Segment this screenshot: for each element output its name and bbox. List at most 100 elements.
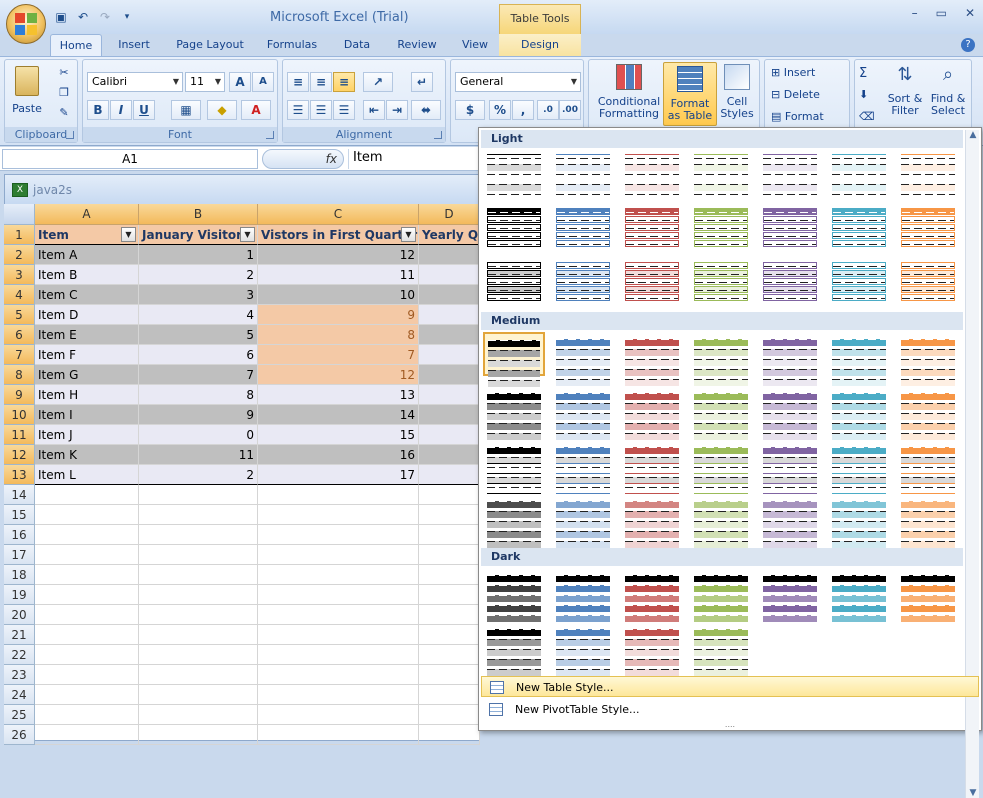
customize-qat-icon[interactable]: ▾ [118,8,136,26]
row-header[interactable]: 21 [4,625,35,645]
empty-cell[interactable] [139,565,258,585]
table-cell[interactable]: Item G [35,365,139,385]
undo-icon[interactable]: ↶ [74,8,92,26]
empty-cell[interactable] [139,705,258,725]
empty-cell[interactable] [258,685,419,705]
tab-review[interactable]: Review [390,34,444,56]
number-format-select[interactable]: General ▼ [455,72,581,92]
table-cell[interactable] [419,285,480,305]
empty-cell[interactable] [139,725,258,745]
table-header-cell[interactable]: Vistors in First Quarter ▼ [258,225,419,245]
bold-button[interactable]: B [87,100,109,120]
filter-dropdown-icon[interactable]: ▼ [401,227,416,242]
empty-cell[interactable] [139,645,258,665]
table-style-swatch[interactable] [483,150,545,201]
tab-page-layout[interactable]: Page Layout [170,34,250,56]
table-style-swatch[interactable] [552,204,614,248]
empty-cell[interactable] [258,545,419,565]
new-table-style-button[interactable]: New Table Style... [481,676,979,697]
empty-cell[interactable] [419,585,480,605]
row-header[interactable]: 15 [4,505,35,525]
table-cell[interactable]: 0 [139,425,258,445]
table-style-swatch[interactable] [552,150,614,201]
decrease-indent-icon[interactable]: ⇤ [363,100,385,120]
table-cell[interactable]: Item L [35,465,139,485]
table-style-swatch[interactable] [483,568,545,622]
table-cell[interactable]: Item I [35,405,139,425]
row-header[interactable]: 18 [4,565,35,585]
empty-cell[interactable] [419,685,480,705]
table-cell[interactable]: 17 [258,465,419,485]
font-color-icon[interactable]: A [241,100,271,120]
table-header-cell[interactable]: January Visitors ▼ [139,225,258,245]
help-icon[interactable]: ? [961,38,975,52]
empty-cell[interactable] [35,585,139,605]
empty-cell[interactable] [419,505,480,525]
save-icon[interactable]: ▣ [52,8,70,26]
table-cell[interactable]: Item A [35,245,139,265]
column-header[interactable]: A [35,204,139,225]
empty-cell[interactable] [35,485,139,505]
table-style-swatch[interactable] [690,386,752,440]
table-style-swatch[interactable] [483,440,545,494]
cell-styles-button[interactable]: Cell Styles [717,64,757,120]
table-style-swatch[interactable] [690,204,752,248]
clear-icon[interactable]: ⌫ [859,110,875,123]
table-style-swatch[interactable] [897,386,959,440]
table-cell[interactable] [419,325,480,345]
empty-cell[interactable] [419,525,480,545]
table-cell[interactable]: 5 [139,325,258,345]
insert-function-button[interactable]: fx [262,149,344,169]
empty-cell[interactable] [258,665,419,685]
tab-design[interactable]: Design [499,34,581,56]
table-style-swatch[interactable] [690,494,752,548]
table-style-swatch[interactable] [621,204,683,248]
empty-cell[interactable] [258,725,419,745]
table-cell[interactable] [419,385,480,405]
row-header[interactable]: 11 [4,425,35,445]
empty-cell[interactable] [35,565,139,585]
table-cell[interactable] [419,245,480,265]
table-style-swatch[interactable] [828,204,890,248]
insert-button[interactable]: ⊞ Insert [771,66,815,79]
fill-icon[interactable]: ⬇ [859,88,868,101]
scroll-up-icon[interactable]: ▲ [966,130,980,140]
table-cell[interactable]: Item D [35,305,139,325]
table-style-swatch[interactable] [621,258,683,302]
format-as-table-button[interactable]: Format as Table [663,62,717,126]
table-style-swatch[interactable] [690,332,752,386]
row-header[interactable]: 25 [4,705,35,725]
gallery-scrollbar[interactable]: ▲ ▼ [965,130,979,798]
table-cell[interactable]: Item C [35,285,139,305]
empty-cell[interactable] [35,525,139,545]
autosum-icon[interactable]: Σ [859,66,867,81]
wrap-text-icon[interactable]: ↵ [411,72,433,92]
format-painter-icon[interactable]: ✎ [55,106,73,119]
table-style-swatch[interactable] [759,494,821,548]
table-style-swatch[interactable] [828,494,890,548]
table-style-swatch[interactable] [621,332,683,386]
table-cell[interactable]: Item H [35,385,139,405]
row-header[interactable]: 8 [4,365,35,385]
table-cell[interactable]: 6 [139,345,258,365]
table-style-swatch[interactable] [621,386,683,440]
font-size-select[interactable]: 11 ▼ [185,72,225,92]
row-header[interactable]: 19 [4,585,35,605]
currency-button[interactable]: $ [455,100,485,120]
select-all-corner[interactable] [4,204,35,225]
redo-icon[interactable]: ↷ [96,8,114,26]
row-header[interactable]: 23 [4,665,35,685]
increase-indent-icon[interactable]: ⇥ [386,100,408,120]
tab-home[interactable]: Home [50,34,102,56]
empty-cell[interactable] [419,645,480,665]
empty-cell[interactable] [35,625,139,645]
table-cell[interactable]: 8 [258,325,419,345]
row-header[interactable]: 17 [4,545,35,565]
empty-cell[interactable] [258,705,419,725]
empty-cell[interactable] [419,485,480,505]
table-style-swatch[interactable] [759,386,821,440]
column-header[interactable]: B [139,204,258,225]
row-header[interactable]: 16 [4,525,35,545]
merge-center-icon[interactable]: ⬌ [411,100,441,120]
paste-button[interactable]: Paste [9,64,45,120]
